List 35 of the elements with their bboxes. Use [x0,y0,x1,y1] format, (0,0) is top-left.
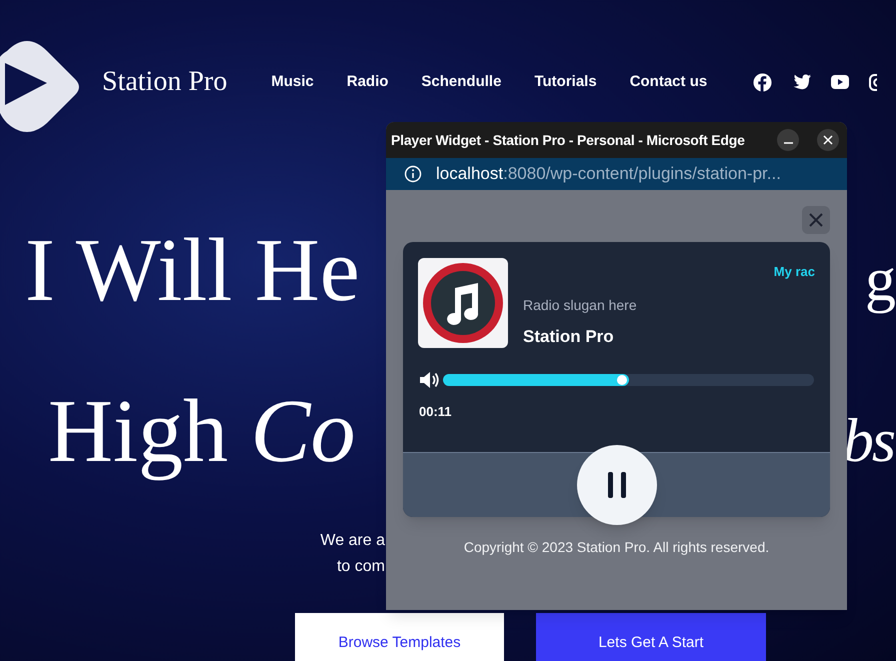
station-slogan: Radio slugan here [523,296,638,315]
url-text[interactable]: localhost:8080/wp-content/plugins/station-pr... [436,161,781,187]
facebook-icon[interactable] [753,72,772,92]
nav-link[interactable]: Music [271,70,314,94]
channel-name: My rac [774,263,815,281]
subtitle-text: to com [336,557,385,577]
headline-text: bs [842,406,894,477]
close-icon [823,135,833,145]
pause-icon [606,472,626,498]
bird-icon[interactable] [792,74,812,90]
brand-name[interactable]: Station Pro [102,61,228,103]
window-title: Player Widget - Station Pro - Personal - Microsoft Edge [391,130,745,150]
copyright-text: Copyright © 2023 Station Pro. All rights reserved. [464,538,770,557]
nav-link[interactable]: Radio [346,70,388,94]
volume-icon[interactable] [419,371,440,389]
minimize-icon [784,142,792,144]
volume-track[interactable] [443,374,814,386]
headline-text: I Will He [25,220,360,322]
address-bar[interactable]: localhost:8080/wp-content/plugins/station-pr... [386,158,847,190]
browse-templates-button[interactable]: Browse Templates [295,613,504,661]
camera-icon[interactable] [869,74,878,90]
minimize-button[interactable] [777,129,799,151]
station-name: Station Pro [523,326,615,348]
info-icon[interactable] [404,165,422,183]
nav-link[interactable]: Tutorials [534,70,597,94]
close-icon [809,213,823,227]
elapsed-time: 00:11 [419,403,453,421]
nav-link[interactable]: Contact us [630,70,708,94]
headline-text: g [865,245,894,316]
close-button[interactable] [817,129,839,151]
subtitle-text: We are a [320,531,385,551]
headline-text: High Co [48,381,356,483]
play-button-icon[interactable] [831,75,850,89]
nav-link[interactable]: Schendulle [421,70,502,94]
start-button[interactable]: Lets Get A Start [536,613,766,661]
